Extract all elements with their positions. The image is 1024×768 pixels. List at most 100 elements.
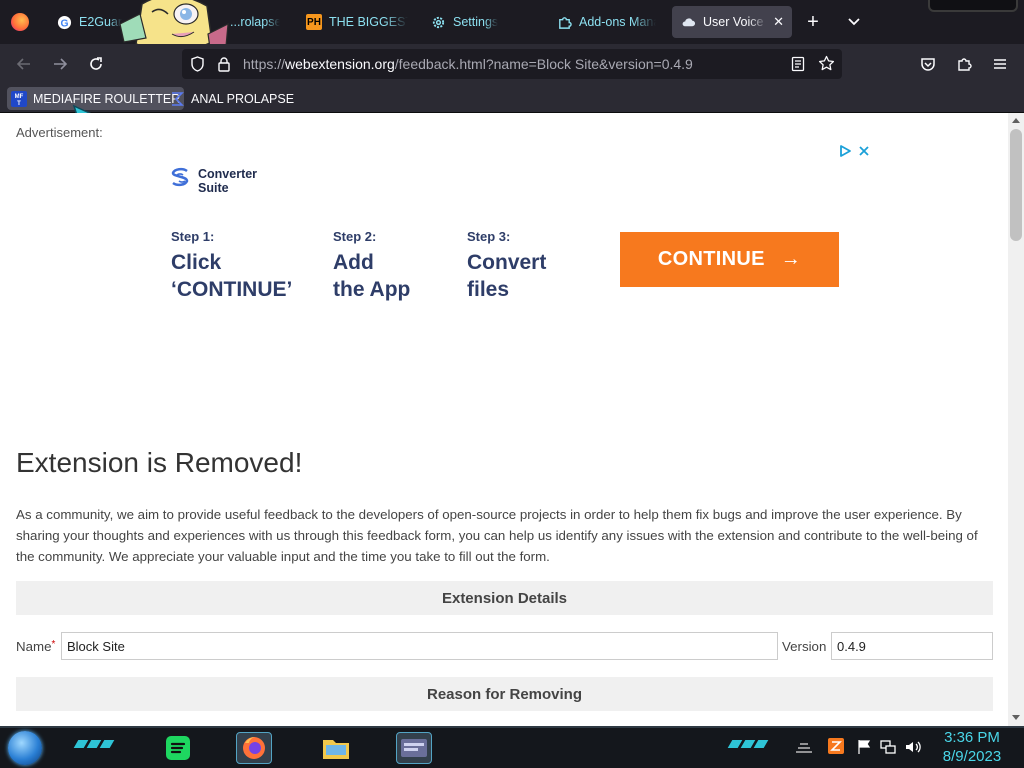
close-tab-icon[interactable]: ✕ [773, 14, 784, 30]
intro-paragraph: As a community, we aim to provide useful… [16, 507, 978, 564]
scroll-up-arrow-icon[interactable] [1012, 118, 1020, 123]
ad-step-2: Step 2: Add the App [333, 229, 410, 303]
tab-settings[interactable]: Settings [422, 6, 542, 38]
google-icon: G [56, 14, 72, 30]
step-line2: files [467, 278, 510, 301]
tab-label: Settings [453, 15, 499, 29]
brand-line1: Converter [198, 166, 258, 181]
spotify-icon[interactable] [160, 732, 196, 764]
network-icon[interactable] [880, 739, 896, 758]
converter-suite-logo-icon [170, 166, 192, 195]
url-prefix: https:// [243, 56, 286, 72]
firefox-taskbar-icon[interactable] [236, 732, 272, 764]
required-marker: * [51, 639, 56, 650]
name-field[interactable] [61, 632, 778, 660]
url-domain: webextension.org [285, 56, 395, 72]
tab-label: THE BIGGEST A [329, 15, 408, 29]
tab-user-voice[interactable]: User Voice fo ✕ [672, 6, 792, 38]
tab-strip: G E2Guardian ...rolapse fo PH THE BIGGES… [0, 0, 1024, 53]
url-path: /feedback.html?name=Block Site&version=0… [394, 56, 693, 72]
back-icon[interactable] [14, 54, 34, 74]
step-line1: Add [333, 251, 374, 274]
taskbar-decoration [73, 740, 115, 752]
tab-label: User Voice fo [703, 15, 767, 29]
ad-step-1: Step 1: Click ‘CONTINUE’ [171, 229, 292, 303]
step-number: Step 2: [333, 229, 377, 244]
step-line2: the App [333, 278, 411, 301]
puzzle-icon [556, 14, 572, 30]
advertisement-banner[interactable]: Converter Suite Step 1: Click ‘CONTINUE’ S… [160, 141, 872, 391]
step-number: Step 1: [171, 229, 215, 244]
bookmark-anal-prolapse[interactable]: ANAL PROLAPSE [165, 87, 298, 110]
ad-close-icon[interactable] [858, 144, 870, 161]
clock-time: 3:36 PM [944, 729, 1000, 746]
app-window-icon[interactable] [396, 732, 432, 764]
tab-biggest[interactable]: PH THE BIGGEST A [298, 6, 416, 38]
version-field[interactable] [831, 632, 993, 660]
converter-suite-logo: Converter Suite [170, 166, 257, 195]
version-label: Version [782, 639, 827, 654]
tracking-protection-shield-icon[interactable] [190, 56, 205, 77]
tab-addons[interactable]: Add-ons Mana [548, 6, 664, 38]
step-number: Step 3: [467, 229, 511, 244]
page-content: Advertisement: Converter Suite Step 1: Cl… [0, 113, 1008, 726]
svg-text:MF: MF [15, 94, 24, 100]
brand-line2: Suite [198, 180, 229, 195]
url-text[interactable]: https://webextension.org/feedback.html?n… [243, 56, 693, 72]
browser-window: G E2Guardian ...rolapse fo PH THE BIGGES… [0, 0, 1024, 726]
firefox-menu-icon[interactable] [11, 13, 29, 31]
forward-icon[interactable] [50, 54, 70, 74]
tab-label: ...rolapse fo [230, 15, 280, 29]
name-label-text: Name [16, 639, 52, 654]
start-orb-icon[interactable] [8, 731, 42, 765]
arrow-right-icon: → [780, 248, 802, 270]
navigation-toolbar: https://webextension.org/feedback.html?n… [0, 44, 1024, 84]
sigma-bookmark-icon [169, 91, 185, 107]
tray-app-icon[interactable] [828, 738, 844, 757]
bookmark-label: MEDIAFIRE ROULETTER [33, 91, 181, 106]
reason-for-removing-header: Reason for Removing [16, 677, 993, 711]
reload-icon[interactable] [86, 54, 106, 74]
extension-details-header: Extension Details [16, 581, 993, 615]
action-center-flag-icon[interactable] [857, 739, 871, 758]
name-label: Name* [16, 639, 55, 654]
taskbar-decoration [727, 740, 769, 752]
bookmark-star-icon[interactable] [818, 55, 835, 77]
adchoices-play-icon[interactable] [838, 144, 852, 161]
list-all-tabs-icon[interactable] [845, 12, 863, 30]
scroll-down-arrow-icon[interactable] [1012, 715, 1020, 720]
window-frame-decoration [928, 0, 1018, 12]
pocket-icon[interactable] [918, 54, 938, 74]
file-explorer-icon[interactable] [318, 732, 354, 764]
reader-view-icon[interactable] [791, 56, 805, 77]
extensions-icon[interactable] [954, 54, 974, 74]
new-tab-button[interactable]: + [802, 12, 824, 34]
scrollbar-thumb[interactable] [1010, 129, 1022, 241]
system-clock[interactable]: 3:36 PM 8/9/2023 [930, 728, 1014, 766]
ad-continue-button[interactable]: CONTINUE → [620, 232, 839, 287]
advertisement-label: Advertisement: [16, 125, 103, 140]
page-scrollbar[interactable] [1008, 113, 1024, 726]
hamburger-menu-icon[interactable] [990, 54, 1010, 74]
cloud-icon [680, 14, 696, 30]
step-line2: ‘CONTINUE’ [171, 278, 293, 301]
step-line1: Convert [467, 251, 547, 274]
address-bar[interactable]: https://webextension.org/feedback.html?n… [182, 49, 842, 79]
page-title: Extension is Removed! [16, 447, 303, 478]
continue-label: CONTINUE [657, 248, 765, 270]
svg-text:G: G [60, 18, 68, 29]
mediafire-bookmark-icon: MF T [11, 90, 27, 107]
volume-icon[interactable] [904, 739, 922, 758]
ad-step-3: Step 3: Convert files [467, 229, 546, 303]
lock-icon[interactable] [217, 56, 231, 77]
clock-date: 8/9/2023 [942, 748, 1002, 765]
taskbar: 3:36 PM 8/9/2023 [0, 726, 1024, 768]
gear-icon [430, 14, 446, 30]
ph-icon: PH [306, 14, 322, 30]
svg-text:T: T [17, 101, 21, 107]
show-hidden-icons[interactable] [794, 740, 814, 757]
step-line1: Click [171, 251, 222, 274]
bookmarks-toolbar: MF T MEDIAFIRE ROULETTER ANAL PROLAPSE [0, 84, 1024, 127]
ad-choices[interactable] [838, 144, 870, 161]
bookmark-label: ANAL PROLAPSE [191, 91, 295, 106]
